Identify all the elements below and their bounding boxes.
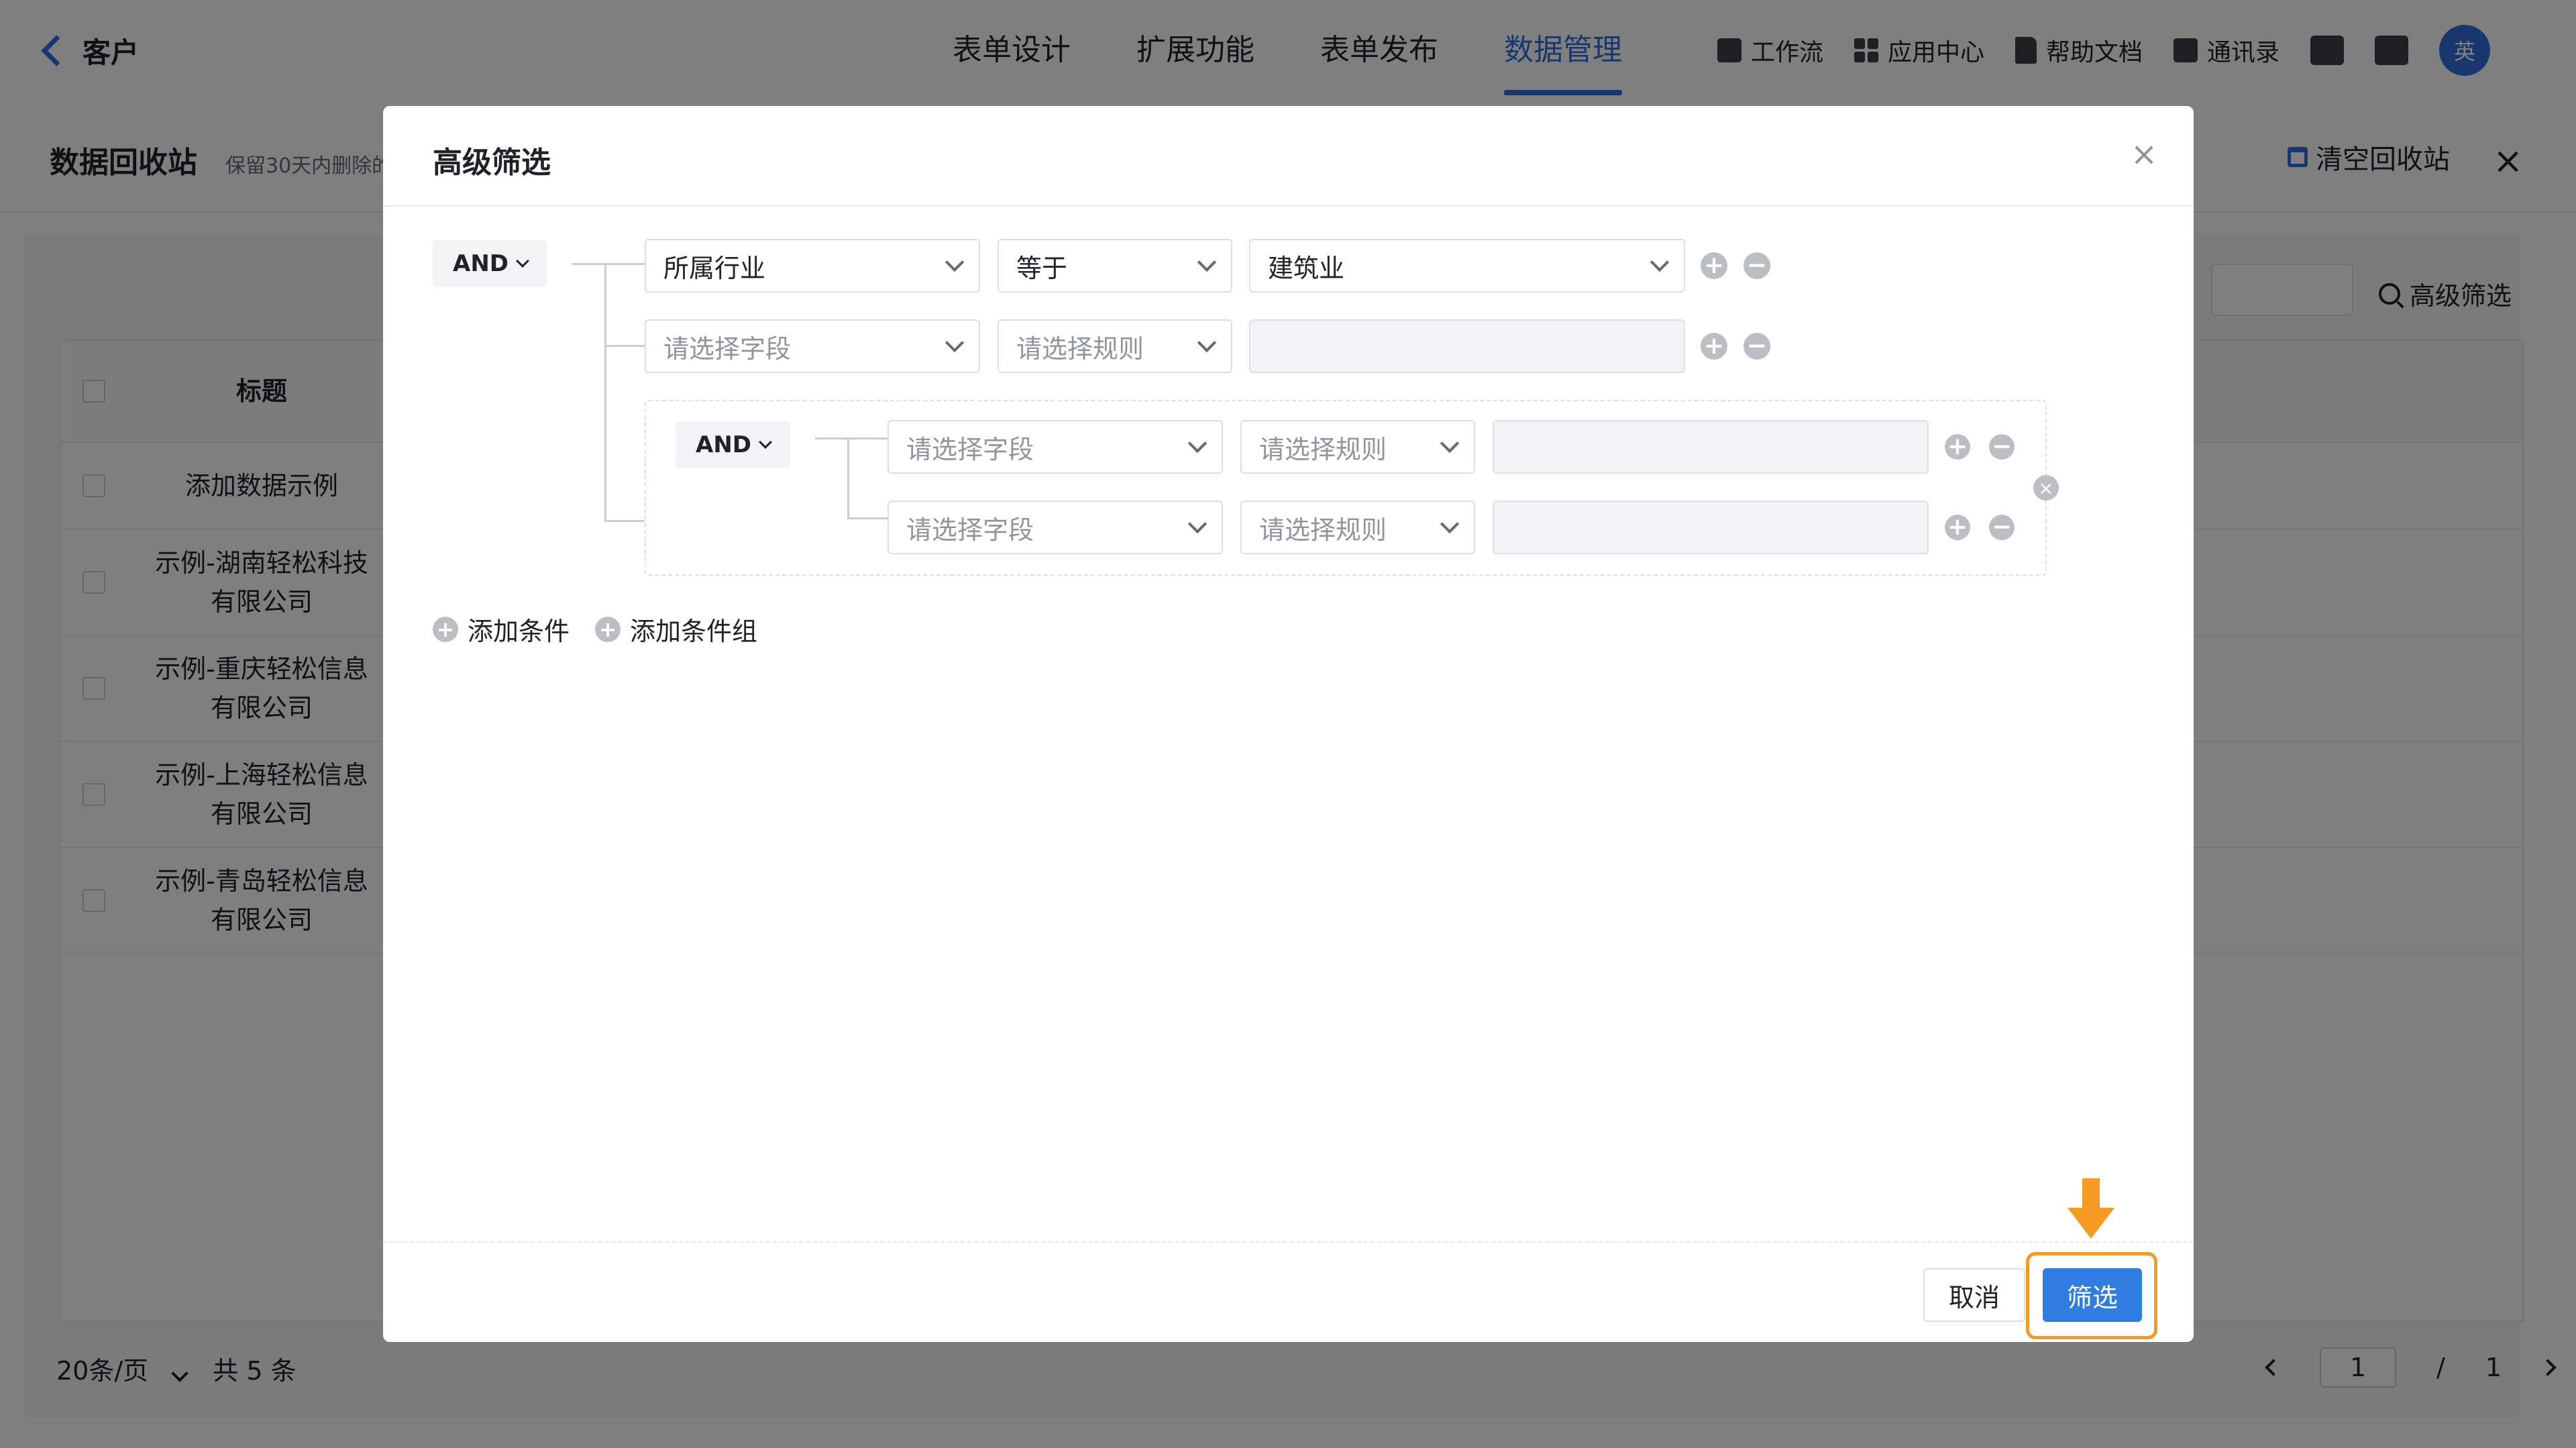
plus-circle-icon: + xyxy=(595,616,621,642)
group-operator-select[interactable]: AND xyxy=(676,421,790,468)
remove-condition-icon[interactable]: − xyxy=(1743,252,1770,279)
add-condition-icon[interactable]: + xyxy=(1701,252,1727,279)
chevron-down-icon xyxy=(759,435,772,449)
chevron-down-icon xyxy=(1197,252,1217,272)
connector-line xyxy=(815,437,888,439)
chevron-down-icon xyxy=(516,254,529,268)
chevron-down-icon xyxy=(1187,514,1208,534)
rule-select[interactable]: 请选择规则 xyxy=(1240,420,1475,474)
chevron-down-icon xyxy=(1650,252,1670,272)
field-select[interactable]: 请选择字段 xyxy=(888,501,1223,554)
rule-select[interactable]: 请选择规则 xyxy=(1240,501,1475,554)
highlight-frame xyxy=(2026,1252,2157,1339)
connector-line xyxy=(604,520,645,522)
value-select[interactable]: 建筑业 xyxy=(1249,239,1685,293)
chevron-down-icon xyxy=(945,252,965,272)
add-condition-icon[interactable]: + xyxy=(1945,434,1970,460)
connector-line xyxy=(847,437,849,519)
field-select[interactable]: 请选择字段 xyxy=(888,420,1223,474)
add-condition-icon[interactable]: + xyxy=(1945,515,1970,540)
chevron-down-icon xyxy=(1197,333,1217,353)
connector-line xyxy=(847,517,888,519)
connector-line xyxy=(604,263,606,522)
add-condition-icon[interactable]: + xyxy=(1701,333,1727,360)
value-input[interactable] xyxy=(1493,420,1929,474)
chevron-down-icon xyxy=(1187,433,1208,454)
remove-condition-icon[interactable]: − xyxy=(1743,333,1770,360)
cancel-button[interactable]: 取消 xyxy=(1923,1268,2025,1322)
add-condition-button[interactable]: + 添加条件 xyxy=(433,611,570,648)
field-select[interactable]: 请选择字段 xyxy=(645,319,980,373)
close-icon[interactable]: × xyxy=(2131,136,2157,173)
add-condition-group-button[interactable]: + 添加条件组 xyxy=(595,611,757,648)
remove-condition-icon[interactable]: − xyxy=(1989,434,2015,460)
rule-select[interactable]: 请选择规则 xyxy=(998,319,1232,373)
field-select[interactable]: 所属行业 xyxy=(645,239,980,293)
value-input[interactable] xyxy=(1249,319,1685,373)
modal-footer xyxy=(383,1241,2194,1343)
modal-header: 高级筛选 × xyxy=(383,106,2194,207)
arrow-down-icon xyxy=(2068,1178,2114,1239)
rule-select[interactable]: 等于 xyxy=(998,239,1232,293)
remove-condition-icon[interactable]: − xyxy=(1989,515,2015,540)
advanced-filter-modal: 高级筛选 × AND 所属行业 等于 建筑业 + − 请选择字段 请选择规则 +… xyxy=(383,106,2194,1342)
plus-circle-icon: + xyxy=(433,616,458,642)
chevron-down-icon xyxy=(1440,514,1460,534)
delete-group-icon[interactable]: × xyxy=(2033,475,2059,501)
root-operator-select[interactable]: AND xyxy=(433,240,547,287)
connector-line xyxy=(572,263,645,265)
connector-line xyxy=(604,345,645,347)
value-input[interactable] xyxy=(1493,501,1929,554)
modal-title: 高级筛选 xyxy=(433,146,551,180)
chevron-down-icon xyxy=(1440,433,1460,454)
chevron-down-icon xyxy=(945,333,965,353)
